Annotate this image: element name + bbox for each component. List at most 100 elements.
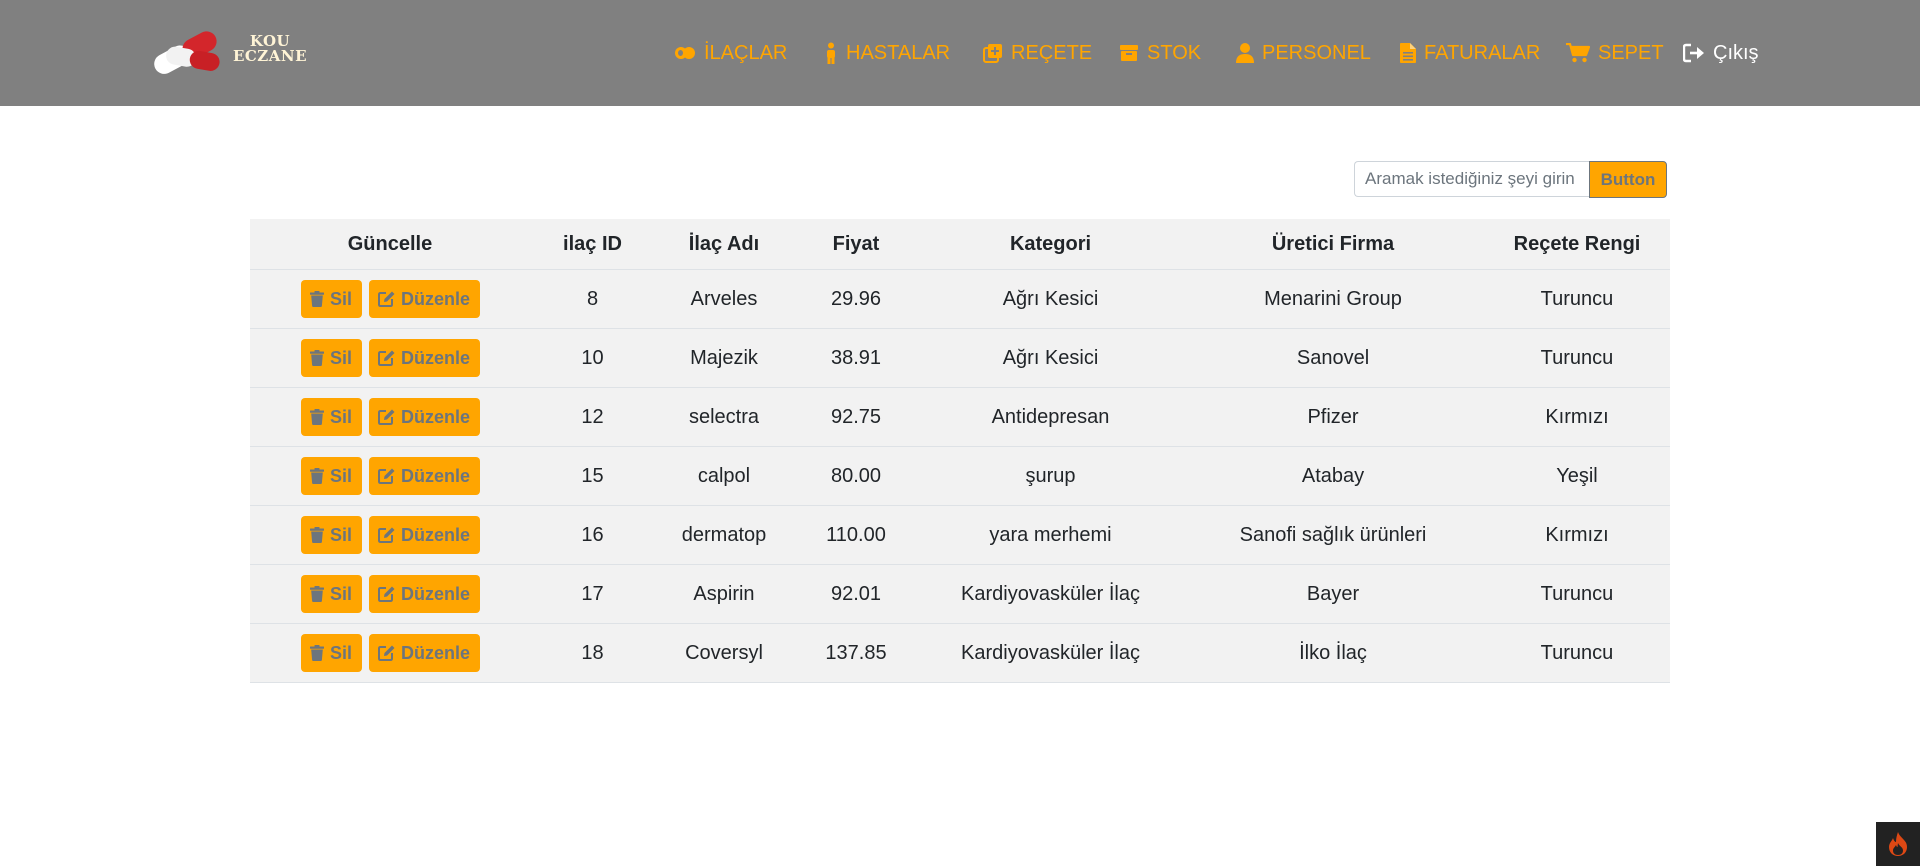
- edit-button[interactable]: Düzenle: [368, 634, 480, 672]
- cell-kategori: Kardiyovasküler İlaç: [919, 623, 1182, 683]
- cell-recete-rengi: Turuncu: [1484, 564, 1670, 624]
- debug-toolbar-toggle[interactable]: [1876, 822, 1920, 866]
- search-button[interactable]: Button: [1589, 161, 1667, 198]
- cell-ilac-id: 8: [530, 269, 655, 329]
- column-header-ilac-adi: İlaç Adı: [655, 219, 793, 270]
- actions-cell: Sil Düzenle: [250, 387, 530, 447]
- nav-item-faturalar[interactable]: FATURALAR: [1400, 36, 1540, 70]
- search-input[interactable]: [1354, 161, 1589, 197]
- table-row: Sil Düzenle 18 Coversyl 137.85 Kardiyova…: [250, 623, 1670, 683]
- edit-button[interactable]: Düzenle: [368, 516, 480, 554]
- nav-item-logout[interactable]: Çıkış: [1683, 36, 1759, 70]
- cell-uretici-firma: Bayer: [1182, 564, 1484, 624]
- nav-item-recete[interactable]: REÇETE: [983, 36, 1092, 70]
- edit-icon: [377, 527, 395, 543]
- delete-button[interactable]: Sil: [300, 516, 362, 554]
- cell-ilac-id: 16: [530, 505, 655, 565]
- delete-button[interactable]: Sil: [300, 457, 362, 495]
- cell-kategori: Kardiyovasküler İlaç: [919, 564, 1182, 624]
- cart-icon: [1566, 43, 1590, 63]
- cell-ilac-id: 18: [530, 623, 655, 683]
- row-actions: Sil Düzenle: [250, 339, 530, 377]
- table-body: Sil Düzenle 8 Arveles 29.96 Ağrı Kesici …: [250, 269, 1670, 683]
- brand-logo[interactable]: KOU ECZANE: [148, 24, 308, 74]
- edit-button[interactable]: Düzenle: [368, 339, 480, 377]
- delete-button[interactable]: Sil: [300, 634, 362, 672]
- edit-icon: [377, 350, 395, 366]
- table-row: Sil Düzenle 12 selectra 92.75 Antidepres…: [250, 387, 1670, 447]
- nav-item-label: Çıkış: [1713, 41, 1759, 64]
- cell-fiyat: 92.01: [793, 564, 919, 624]
- delete-button[interactable]: Sil: [300, 280, 362, 318]
- cell-ilac-id: 17: [530, 564, 655, 624]
- actions-cell: Sil Düzenle: [250, 623, 530, 683]
- edit-button-label: Düzenle: [400, 347, 470, 368]
- cell-kategori: şurup: [919, 446, 1182, 506]
- row-actions: Sil Düzenle: [250, 457, 530, 495]
- row-actions: Sil Düzenle: [250, 280, 530, 318]
- cell-ilac-id: 10: [530, 328, 655, 388]
- delete-button[interactable]: Sil: [300, 575, 362, 613]
- nav-item-sepet[interactable]: SEPET: [1566, 36, 1664, 70]
- navbar: KOU ECZANE İLAÇLAR HASTALAR REÇETE STOK …: [0, 0, 1920, 106]
- edit-button[interactable]: Düzenle: [368, 398, 480, 436]
- row-actions: Sil Düzenle: [250, 575, 530, 613]
- edit-icon: [377, 291, 395, 307]
- cell-recete-rengi: Yeşil: [1484, 446, 1670, 506]
- edit-button[interactable]: Düzenle: [368, 280, 480, 318]
- edit-icon: [377, 409, 395, 425]
- column-header-recete-rengi: Reçete Rengi: [1484, 219, 1670, 270]
- nav-item-ilaclar[interactable]: İLAÇLAR: [674, 36, 787, 70]
- actions-cell: Sil Düzenle: [250, 505, 530, 565]
- edit-button-label: Düzenle: [400, 642, 470, 663]
- cell-ilac-adi: Majezik: [655, 328, 793, 388]
- pills-icon: [675, 47, 695, 59]
- nav-item-stok[interactable]: STOK: [1119, 36, 1201, 70]
- prescription-plus-icon: [983, 44, 1002, 63]
- cell-fiyat: 29.96: [793, 269, 919, 329]
- edit-icon: [377, 586, 395, 602]
- drug-table: Güncelle ilaç ID İlaç Adı Fiyat Kategori…: [250, 219, 1670, 683]
- cell-kategori: Ağrı Kesici: [919, 269, 1182, 329]
- cell-recete-rengi: Turuncu: [1484, 328, 1670, 388]
- cell-uretici-firma: Sanofi sağlık ürünleri: [1182, 505, 1484, 565]
- nav-item-label: FATURALAR: [1424, 41, 1541, 64]
- edit-icon: [377, 468, 395, 484]
- nav-item-personel[interactable]: PERSONEL: [1236, 36, 1371, 70]
- document-icon: [1400, 43, 1416, 63]
- edit-button-label: Düzenle: [400, 288, 470, 309]
- column-header-ilac-id: ilaç ID: [530, 219, 655, 270]
- delete-button-label: Sil: [329, 288, 352, 309]
- delete-button-label: Sil: [329, 406, 352, 427]
- edit-button-label: Düzenle: [400, 465, 470, 486]
- table-row: Sil Düzenle 15 calpol 80.00 şurup Atabay…: [250, 446, 1670, 506]
- person-standing-icon: [827, 42, 835, 64]
- table-row: Sil Düzenle 17 Aspirin 92.01 Kardiyovask…: [250, 564, 1670, 624]
- row-actions: Sil Düzenle: [250, 516, 530, 554]
- delete-button-label: Sil: [329, 524, 352, 545]
- nav-item-hastalar[interactable]: HASTALAR: [824, 36, 950, 70]
- cell-ilac-adi: calpol: [655, 446, 793, 506]
- cell-uretici-firma: Atabay: [1182, 446, 1484, 506]
- cell-ilac-adi: dermatop: [655, 505, 793, 565]
- table-row: Sil Düzenle 8 Arveles 29.96 Ağrı Kesici …: [250, 269, 1670, 329]
- nav-item-label: İLAÇLAR: [704, 41, 788, 64]
- table-row: Sil Düzenle 16 dermatop 110.00 yara merh…: [250, 505, 1670, 565]
- delete-button[interactable]: Sil: [300, 398, 362, 436]
- edit-icon: [377, 645, 395, 661]
- cell-fiyat: 80.00: [793, 446, 919, 506]
- capsule-logo-icon: [154, 31, 220, 74]
- cell-ilac-adi: Aspirin: [655, 564, 793, 624]
- trash-icon: [309, 291, 324, 307]
- actions-cell: Sil Düzenle: [250, 328, 530, 388]
- edit-button[interactable]: Düzenle: [368, 575, 480, 613]
- delete-button[interactable]: Sil: [300, 339, 362, 377]
- edit-button-label: Düzenle: [400, 583, 470, 604]
- column-header-guncelle: Güncelle: [250, 219, 530, 270]
- cell-ilac-id: 12: [530, 387, 655, 447]
- nav-item-label: REÇETE: [1011, 41, 1093, 64]
- cell-uretici-firma: Pfizer: [1182, 387, 1484, 447]
- delete-button-label: Sil: [329, 347, 352, 368]
- edit-button[interactable]: Düzenle: [368, 457, 480, 495]
- cell-kategori: Antidepresan: [919, 387, 1182, 447]
